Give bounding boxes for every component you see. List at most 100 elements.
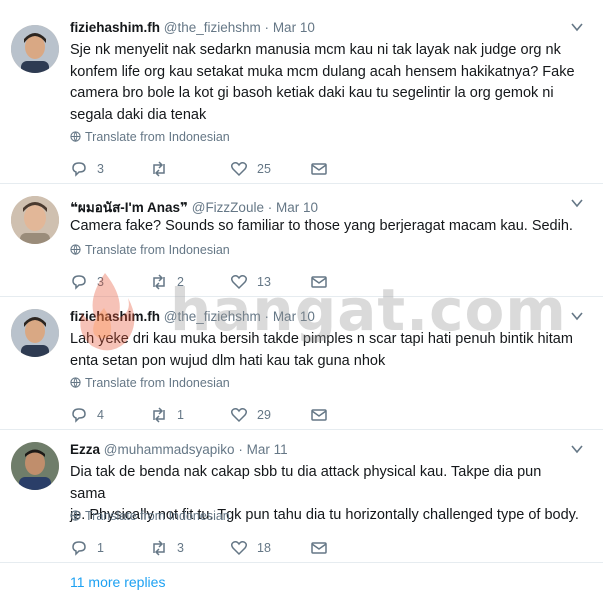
retweet-icon — [153, 407, 165, 423]
tweet-text-line: konfem life org kau setakat muka mcm dul… — [70, 63, 575, 80]
separator: · — [238, 442, 243, 457]
username[interactable]: @muhammadsyapiko — [104, 442, 235, 457]
retweet-button[interactable]: 3 — [150, 539, 184, 557]
message-button[interactable] — [310, 273, 328, 291]
avatar[interactable] — [11, 442, 59, 490]
username[interactable]: @the_fiziehshm — [164, 309, 261, 324]
tweet-text: Lah yeke dri kau muka bersih takde pimpl… — [70, 329, 580, 372]
reply-icon — [72, 541, 86, 556]
chevron-down-icon[interactable] — [571, 444, 583, 454]
retweet-button[interactable]: 2 — [150, 273, 184, 291]
tweet-text-line: Camera fake? Sounds so familiar to those… — [70, 218, 573, 234]
translate-label: Translate from Indonesian — [85, 130, 230, 144]
tweet-text-line: Sje nk menyelit nak sedarkn manusia mcm … — [70, 42, 561, 58]
tweet-actions: 3 2 13 — [70, 273, 370, 291]
like-count: 25 — [257, 162, 271, 176]
username[interactable]: @the_fiziehshm — [164, 20, 261, 35]
display-name[interactable]: fiziehashim.fh — [70, 309, 160, 324]
translate-link[interactable]: Translate from Indonesian — [70, 376, 230, 390]
translate-link[interactable]: Translate from Indonesian — [70, 509, 230, 523]
envelope-icon — [311, 409, 327, 421]
chevron-down-icon[interactable] — [571, 198, 583, 208]
divider — [0, 562, 603, 563]
message-button[interactable] — [310, 160, 328, 178]
separator: · — [264, 309, 270, 324]
envelope-icon — [311, 163, 327, 175]
reply-icon — [72, 275, 86, 290]
tweet-actions: 1 3 18 — [70, 539, 370, 557]
retweet-icon — [153, 274, 165, 290]
retweet-icon — [153, 161, 165, 177]
separator: · — [264, 20, 270, 35]
reply-count: 4 — [97, 408, 104, 422]
reply-button[interactable]: 3 — [70, 273, 104, 291]
tweet-header: ❝ผมอนัส-I'm Anas❞ @FizzZoule · Mar 10 — [70, 196, 583, 215]
chevron-down-icon[interactable] — [571, 22, 583, 32]
divider — [0, 183, 603, 184]
reply-count: 3 — [97, 162, 104, 176]
like-button[interactable]: 25 — [230, 160, 271, 178]
tweet-text: Sje nk menyelit nak sedarkn manusia mcm … — [70, 40, 580, 126]
retweet-button[interactable]: 1 — [150, 406, 184, 424]
message-button[interactable] — [310, 406, 328, 424]
tweet-header: Ezza @muhammadsyapiko · Mar 11 — [70, 442, 583, 460]
more-replies-link[interactable]: 11 more replies — [70, 574, 165, 590]
globe-icon — [70, 377, 81, 388]
like-count: 13 — [257, 275, 271, 289]
retweet-count: 1 — [177, 408, 184, 422]
divider — [0, 429, 603, 430]
retweet-count: 2 — [177, 275, 184, 289]
globe-icon — [70, 131, 81, 142]
display-name[interactable]: fiziehashim.fh — [70, 20, 160, 35]
reply-icon — [72, 162, 86, 177]
heart-icon — [230, 275, 248, 290]
timestamp[interactable]: Mar 10 — [276, 200, 318, 215]
tweet-text-line: enta setan pon wujud dlm hati kau tak gu… — [70, 352, 386, 369]
retweet-count: 3 — [177, 541, 184, 555]
translate-link[interactable]: Translate from Indonesian — [70, 130, 230, 144]
like-button[interactable]: 13 — [230, 273, 271, 291]
like-count: 18 — [257, 541, 271, 555]
envelope-icon — [311, 542, 327, 554]
heart-icon — [230, 162, 248, 177]
translate-label: Translate from Indonesian — [85, 509, 230, 523]
timestamp[interactable]: Mar 10 — [273, 20, 315, 35]
envelope-icon — [311, 276, 327, 288]
reply-button[interactable]: 4 — [70, 406, 104, 424]
separator: · — [267, 200, 273, 215]
avatar[interactable] — [11, 25, 59, 73]
like-button[interactable]: 18 — [230, 539, 271, 557]
translate-label: Translate from Indonesian — [85, 376, 230, 390]
tweet-header: fiziehashim.fh @the_fiziehshm · Mar 10 — [70, 20, 583, 38]
timestamp[interactable]: Mar 11 — [247, 442, 288, 457]
tweet-text-line: segala daki dia tenak — [70, 106, 207, 123]
like-count: 29 — [257, 408, 271, 422]
retweet-icon — [153, 540, 165, 556]
retweet-button[interactable] — [150, 160, 177, 178]
tweet-actions: 3 25 — [70, 160, 370, 178]
reply-button[interactable]: 1 — [70, 539, 104, 557]
reply-icon — [72, 408, 86, 423]
tweet-text-line: camera bro bole la kot gi basoh ketiak d… — [70, 85, 554, 101]
translate-link[interactable]: Translate from Indonesian — [70, 243, 230, 257]
reply-count: 3 — [97, 275, 104, 289]
heart-icon — [230, 408, 248, 423]
message-button[interactable] — [310, 539, 328, 557]
tweet-header: fiziehashim.fh @the_fiziehshm · Mar 10 — [70, 309, 583, 327]
divider — [0, 296, 603, 297]
tweet-text-line: Dia tak de benda nak cakap sbb tu dia at… — [70, 464, 542, 502]
reply-button[interactable]: 3 — [70, 160, 104, 178]
chevron-down-icon[interactable] — [571, 311, 583, 321]
heart-icon — [230, 541, 248, 556]
timestamp[interactable]: Mar 10 — [273, 309, 315, 324]
avatar[interactable] — [11, 309, 59, 357]
translate-label: Translate from Indonesian — [85, 243, 230, 257]
display-name[interactable]: ❝ผมอนัส-I'm Anas❞ — [70, 200, 188, 215]
tweet-text-line: Lah yeke dri kau muka bersih takde pimpl… — [70, 331, 573, 347]
globe-icon — [70, 244, 81, 255]
like-button[interactable]: 29 — [230, 406, 271, 424]
display-name[interactable]: Ezza — [70, 442, 100, 457]
avatar[interactable] — [11, 196, 59, 244]
tweet-text: Camera fake? Sounds so familiar to those… — [70, 216, 580, 238]
username[interactable]: @FizzZoule — [192, 200, 264, 215]
